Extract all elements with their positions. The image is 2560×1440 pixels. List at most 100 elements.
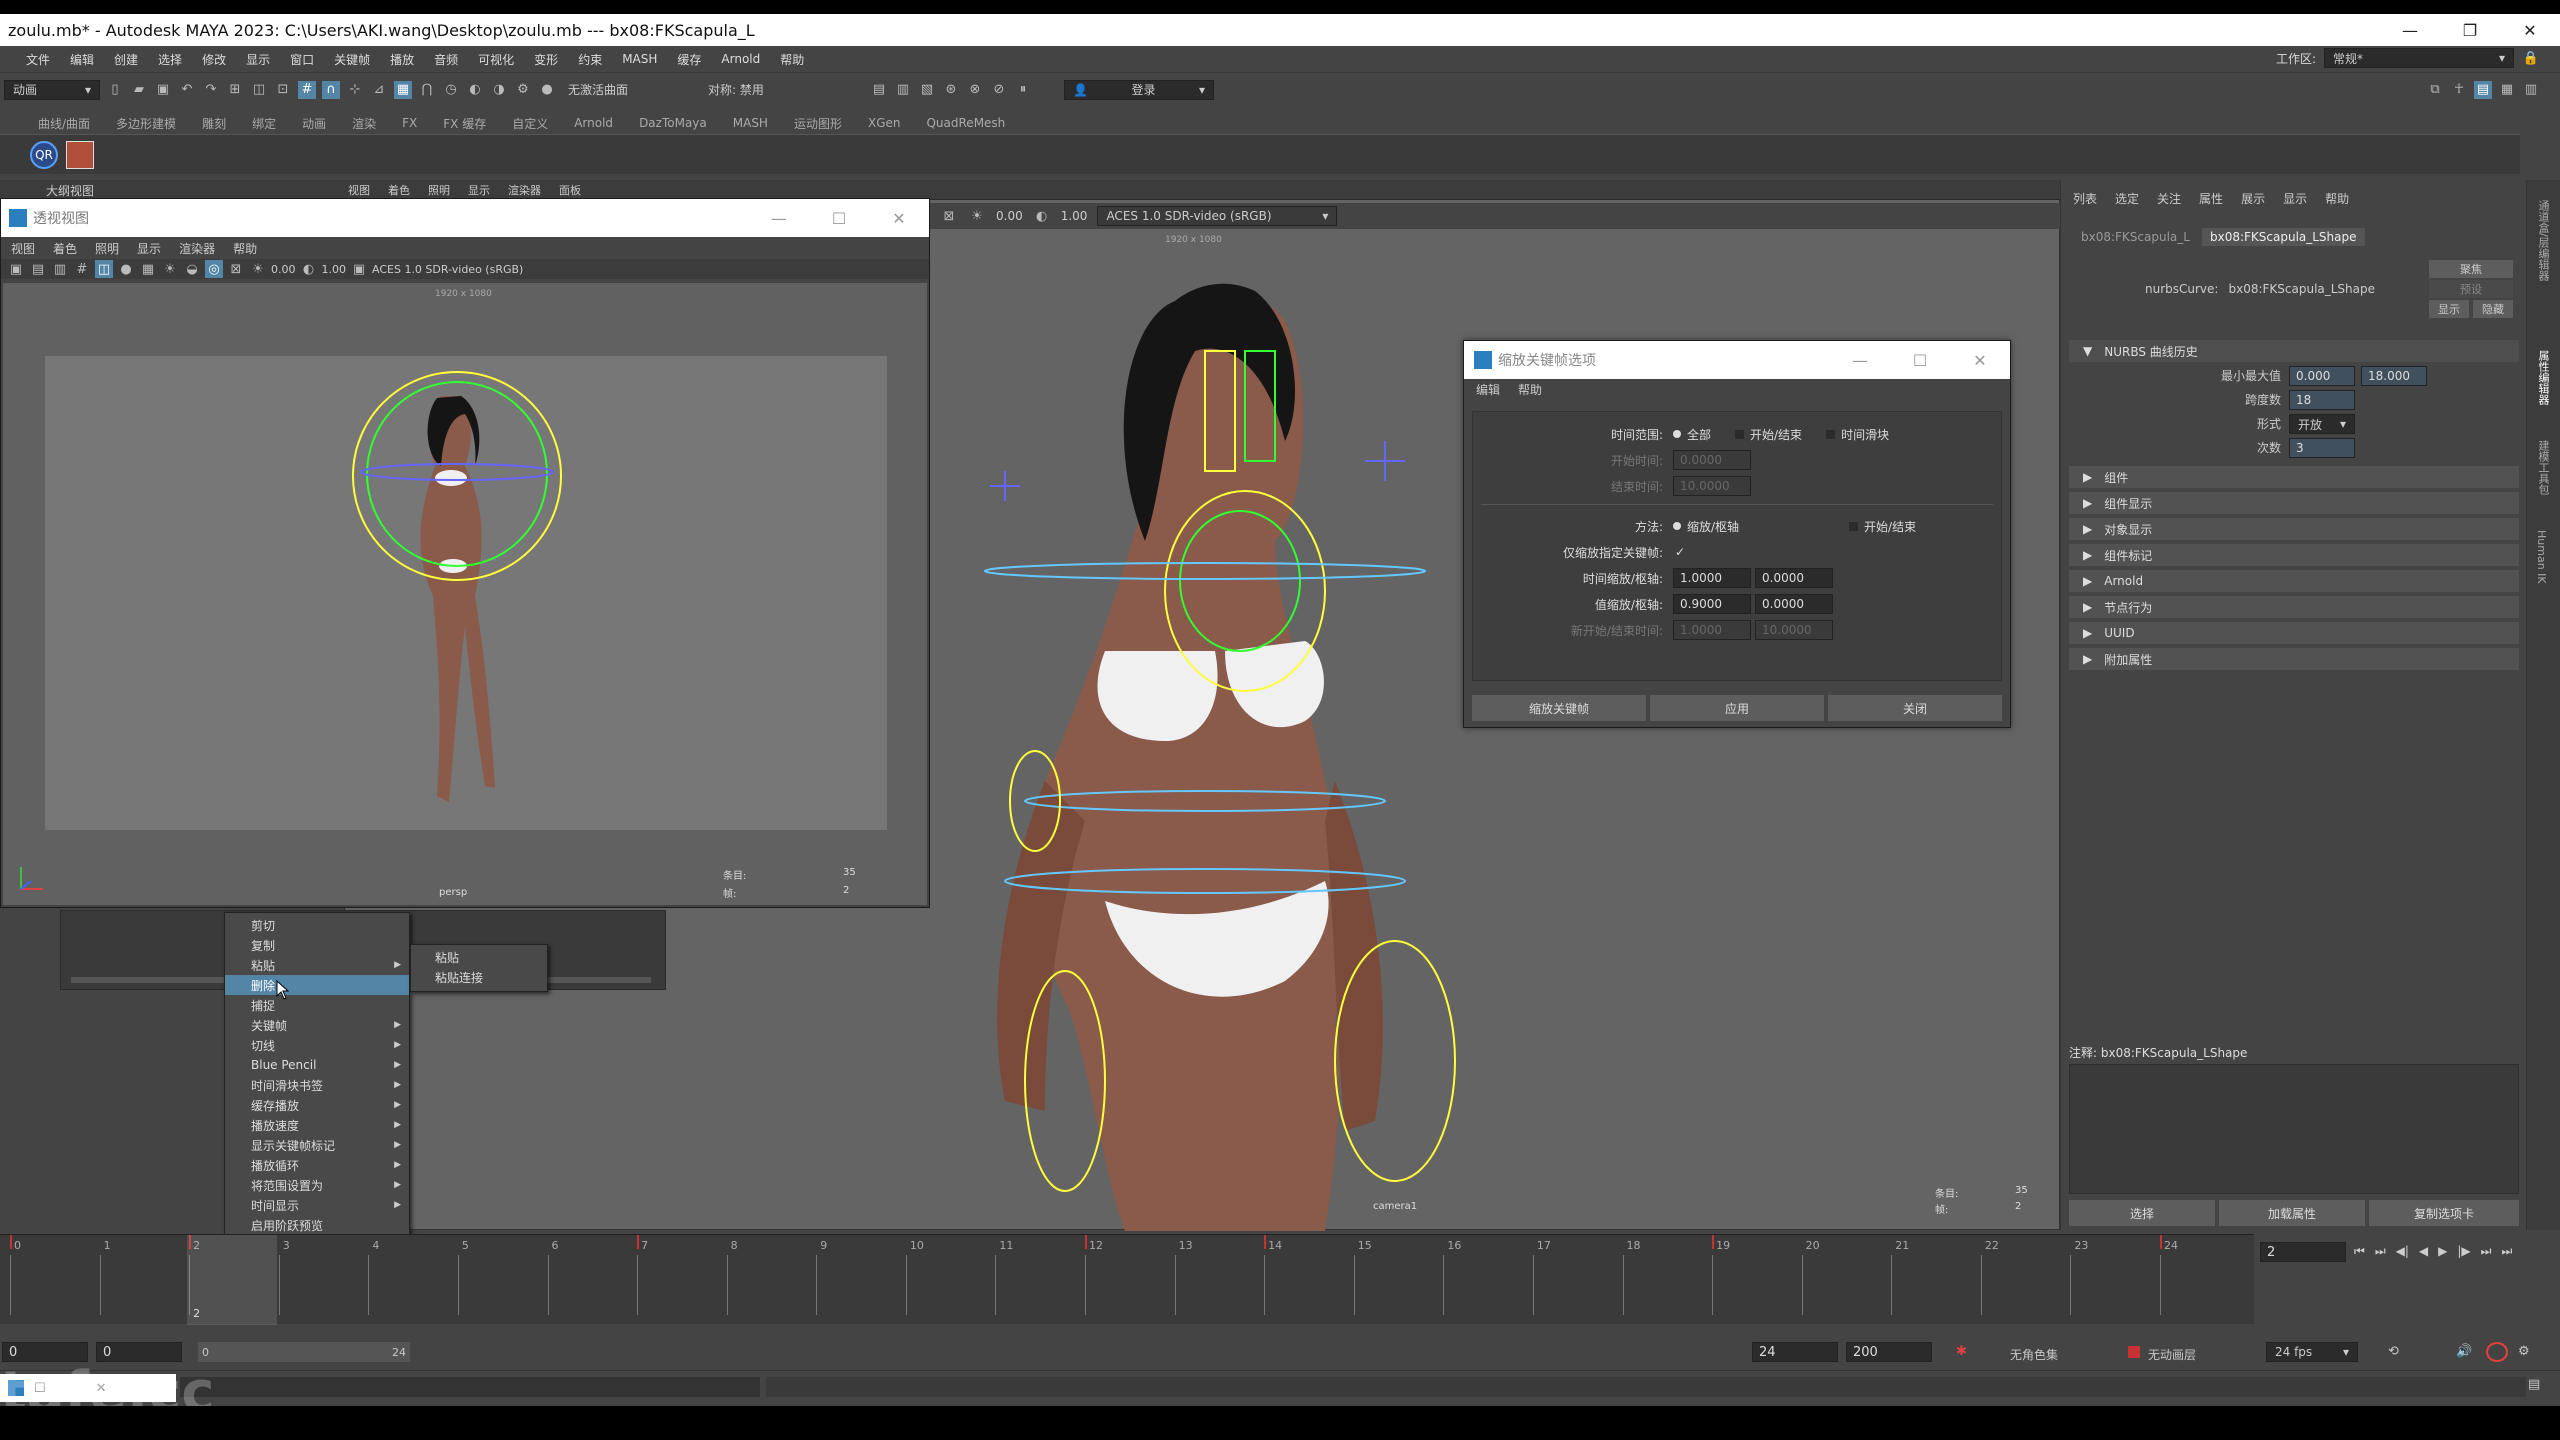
go-to-start-icon[interactable]: ⏮: [2354, 1244, 2365, 1259]
context-item-5[interactable]: 关键帧 ▶: [225, 1015, 409, 1035]
exposure-icon[interactable]: ☀: [249, 260, 267, 278]
node-name-field[interactable]: bx08:FKScapula_LShape: [2228, 282, 2375, 296]
maximize-button[interactable]: ☐: [809, 202, 869, 234]
render-globals-icon[interactable]: ⊛: [942, 81, 960, 99]
time-scale-field[interactable]: 1.0000: [1673, 568, 1751, 588]
sound-icon[interactable]: 🔊: [2456, 1344, 2472, 1359]
context-item-3[interactable]: 删除: [225, 975, 409, 995]
snap-curve-icon[interactable]: ∩: [322, 80, 340, 99]
persp-colorspace[interactable]: ACES 1.0 SDR-video (sRGB): [372, 263, 523, 276]
step-back-key-icon[interactable]: ⏭: [2375, 1244, 2386, 1259]
keyframe-marker[interactable]: [2160, 1235, 2162, 1249]
time-pivot-field[interactable]: 0.0000: [1755, 568, 1833, 588]
keyframe-marker[interactable]: [1085, 1235, 1087, 1249]
ik-pole-vector-left[interactable]: [990, 471, 1020, 501]
menu-file[interactable]: 文件: [26, 51, 50, 68]
xray-icon[interactable]: ◎: [205, 260, 223, 278]
context-item-9[interactable]: 缓存播放 ▶: [225, 1095, 409, 1115]
menu-key[interactable]: 关键帧: [334, 51, 370, 68]
select-camera-icon[interactable]: ▣: [7, 260, 25, 278]
attr-section-5[interactable]: ▶ 节点行为: [2069, 596, 2519, 618]
time-range-startend-radio[interactable]: 开始/结束: [1735, 426, 1802, 443]
context-item-2[interactable]: 粘贴 ▶: [225, 955, 409, 975]
menu-constrain[interactable]: 约束: [578, 51, 602, 68]
attr-section-3[interactable]: ▶ 组件标记: [2069, 544, 2519, 566]
persp-gamma[interactable]: 1.00: [322, 263, 347, 276]
snap-view-icon[interactable]: ⊿: [370, 81, 388, 99]
anim-layer-label[interactable]: 无动画层: [2148, 1346, 2196, 1363]
maximize-button[interactable]: ☐: [1890, 344, 1950, 376]
loop-icon[interactable]: ⟲: [2388, 1344, 2399, 1359]
shelf-tab-animation[interactable]: 动画: [302, 115, 326, 132]
character-icon[interactable]: ☥: [2450, 81, 2468, 99]
playback-end-field[interactable]: 24: [1752, 1342, 1838, 1362]
remesh-settings-icon[interactable]: [66, 141, 94, 169]
gamma-icon[interactable]: ◐: [300, 260, 318, 278]
persp-menu-renderer[interactable]: 渲染器: [179, 240, 215, 257]
degree-field[interactable]: 3: [2289, 438, 2355, 458]
persp-menu-help[interactable]: 帮助: [233, 240, 257, 257]
modeling-toolkit-icon[interactable]: ⧉: [2426, 81, 2444, 99]
menu-edit[interactable]: 编辑: [70, 51, 94, 68]
auto-key-icon[interactable]: ✱: [1956, 1344, 1967, 1359]
scale-keys-button[interactable]: 缩放关键帧: [1472, 695, 1646, 721]
step-forward-key-icon[interactable]: ⏭: [2481, 1244, 2492, 1259]
close-button[interactable]: ✕: [1950, 344, 2010, 376]
smooth-shade-icon[interactable]: ●: [117, 260, 135, 278]
shelf-tab-fx-cache[interactable]: FX 缓存: [443, 115, 486, 132]
color-management-icon[interactable]: ▣: [350, 260, 368, 278]
exposure-value[interactable]: 0.00: [996, 209, 1023, 223]
shadows-icon[interactable]: ◒: [183, 260, 201, 278]
attr-menu-list[interactable]: 列表: [2073, 190, 2097, 207]
context-item-8[interactable]: 时间滑块书签 ▶: [225, 1075, 409, 1095]
redo-icon[interactable]: ↷: [202, 81, 220, 99]
gamma-value[interactable]: 1.00: [1061, 209, 1088, 223]
persp-viewport[interactable]: 1920 x 1080 persp 条目: 35 帧: 2: [3, 283, 927, 905]
context-item-14[interactable]: 时间显示 ▶: [225, 1195, 409, 1215]
dialog-menu-help[interactable]: 帮助: [1518, 381, 1542, 398]
snap-surface-icon[interactable]: ▦: [394, 80, 412, 99]
minimize-button[interactable]: —: [2380, 14, 2440, 46]
persp-menu-shading[interactable]: 着色: [53, 240, 77, 257]
attr-section-0[interactable]: ▶ 组件: [2069, 466, 2519, 488]
arnold-render-icon[interactable]: ⊗: [966, 81, 984, 99]
menu-playback[interactable]: 播放: [390, 51, 414, 68]
side-tab-channel-box[interactable]: 通道盒/层编辑器: [2535, 200, 2551, 281]
shelf-tab-arnold[interactable]: Arnold: [574, 116, 613, 130]
menu-cache[interactable]: 缓存: [677, 51, 701, 68]
texture-icon[interactable]: ▦: [139, 260, 157, 278]
close-button[interactable]: ✕: [869, 202, 929, 234]
attr-menu-selected[interactable]: 选定: [2115, 190, 2139, 207]
quadremesh-icon[interactable]: QR: [30, 141, 58, 169]
load-attributes-button[interactable]: 加载属性: [2219, 1200, 2365, 1226]
submenu-paste-connect[interactable]: 粘贴连接: [411, 967, 547, 987]
time-slider[interactable]: 0 1 2 3 4 5 6 7 8 9 10 11 12 13 14 15 16 17 18 19 20 21 22 23 24…: [0, 1234, 2254, 1325]
current-frame-field[interactable]: 2: [2260, 1242, 2346, 1262]
apply-button[interactable]: 应用: [1650, 695, 1824, 721]
context-item-0[interactable]: 剪切: [225, 915, 409, 935]
attr-section-6[interactable]: ▶ UUID: [2069, 622, 2519, 644]
magnet-icon[interactable]: ⋂: [418, 81, 436, 99]
select-button[interactable]: 选择: [2069, 1200, 2215, 1226]
playback-start-field[interactable]: 0: [96, 1342, 182, 1362]
close-button[interactable]: ✕: [2500, 14, 2560, 46]
submenu-paste[interactable]: 粘贴: [411, 947, 547, 967]
focus-button[interactable]: 聚焦: [2429, 260, 2513, 278]
menu-arnold[interactable]: Arnold: [721, 52, 760, 66]
colorspace-dropdown[interactable]: ACES 1.0 SDR-video (sRGB) ▾: [1097, 206, 1338, 226]
context-item-6[interactable]: 切线 ▶: [225, 1035, 409, 1055]
attr-menu-focus[interactable]: 关注: [2157, 190, 2181, 207]
render-frame-icon[interactable]: ▥: [894, 81, 912, 99]
minimize-button[interactable]: —: [1830, 344, 1890, 376]
side-tab-modeling-toolkit[interactable]: 建模工具包: [2535, 440, 2551, 495]
step-forward-frame-icon[interactable]: |▶: [2457, 1244, 2470, 1259]
prefs-icon[interactable]: ⚙: [2518, 1344, 2530, 1359]
context-item-15[interactable]: 启用阶跃预览: [225, 1215, 409, 1235]
snap-point-icon[interactable]: ⊹: [346, 81, 364, 99]
vp-menu-lighting[interactable]: 照明: [428, 182, 450, 198]
render-view-icon[interactable]: ▤: [870, 81, 888, 99]
grid-icon[interactable]: #: [73, 260, 91, 278]
render-settings-icon[interactable]: ⚙: [514, 81, 532, 99]
vp-menu-view[interactable]: 视图: [348, 182, 370, 198]
spans-field[interactable]: 18: [2289, 390, 2355, 410]
